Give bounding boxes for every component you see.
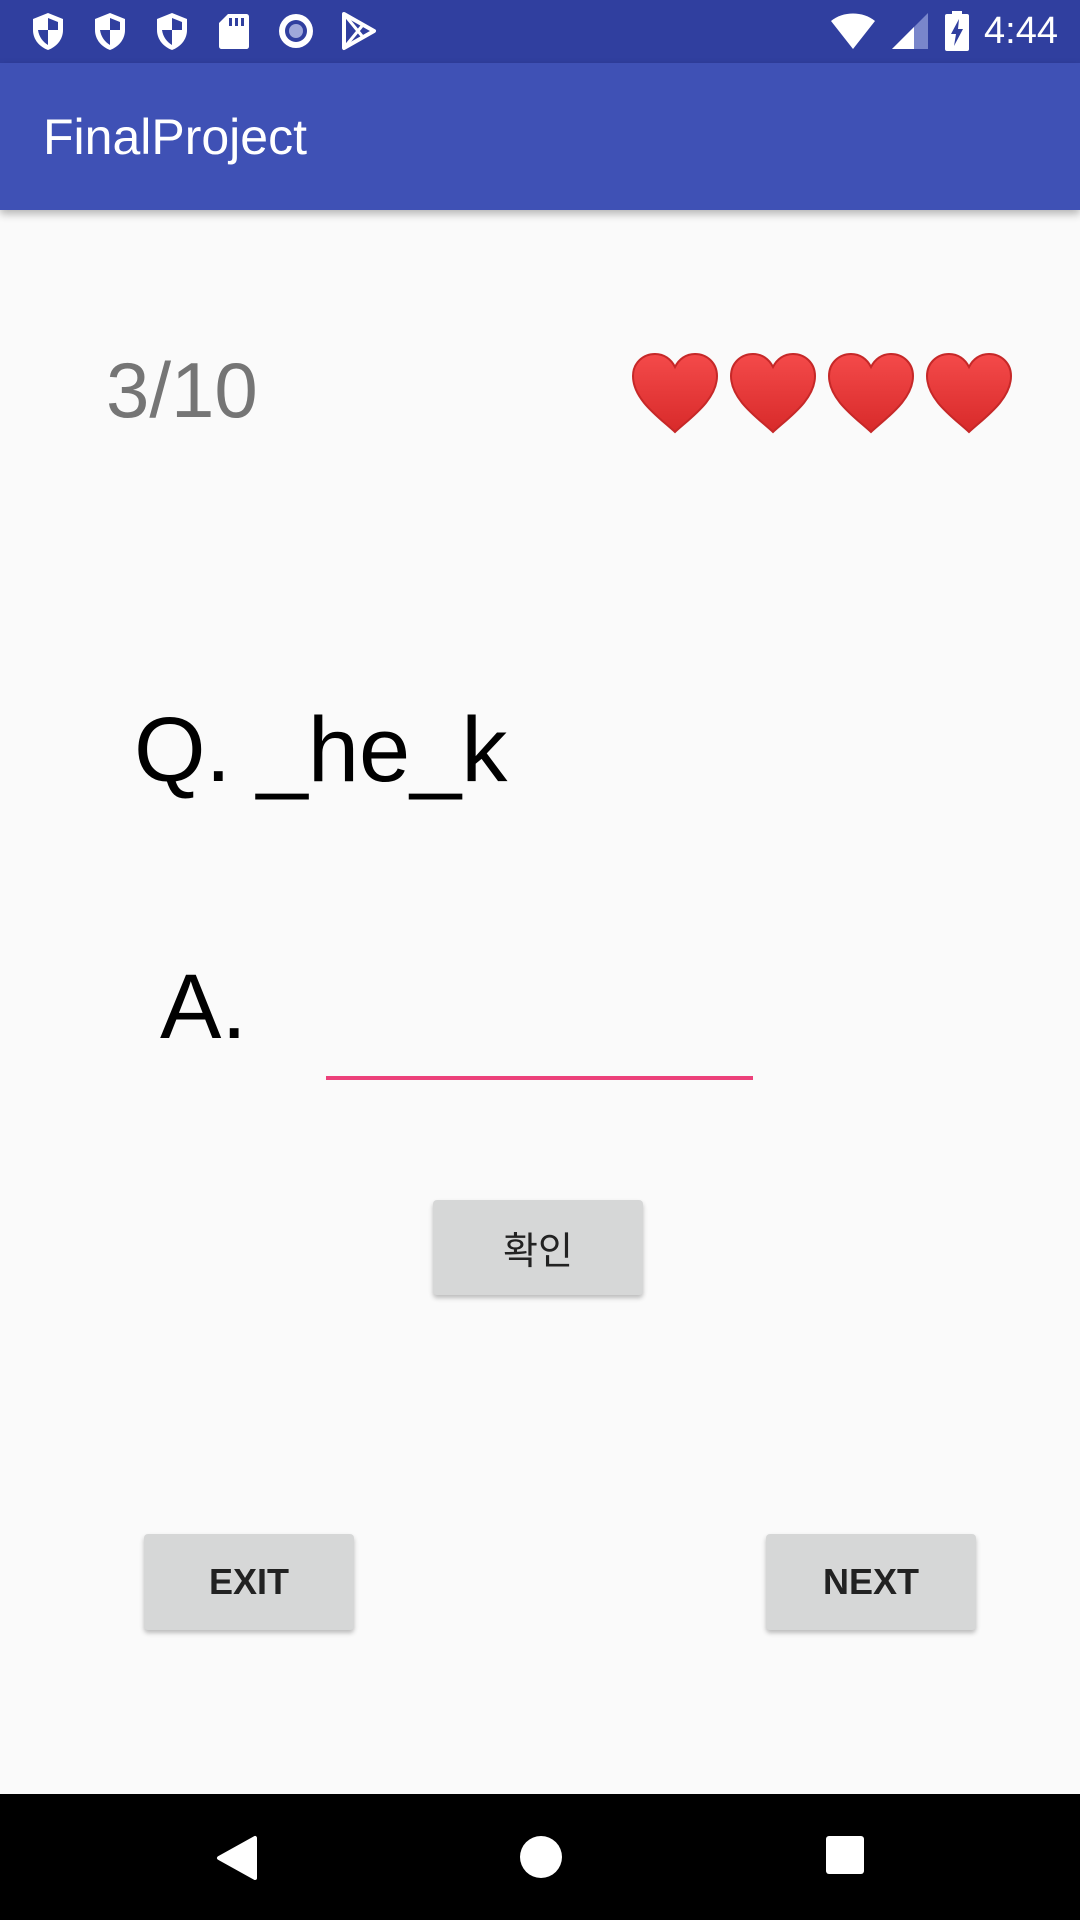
status-bar: 4:44 xyxy=(0,0,1080,63)
question-text: Q. _he_k xyxy=(134,699,508,801)
confirm-button[interactable]: 확인 xyxy=(433,1200,643,1295)
battery-charging-icon xyxy=(945,11,970,51)
recents-icon[interactable] xyxy=(824,1834,866,1876)
home-icon[interactable] xyxy=(518,1834,564,1880)
answer-label: A. xyxy=(160,956,247,1058)
lives-indicator xyxy=(630,352,1014,434)
play-store-icon xyxy=(342,12,376,50)
heart-icon xyxy=(827,352,915,434)
clock: 4:44 xyxy=(984,10,1058,52)
back-icon[interactable] xyxy=(215,1834,259,1882)
record-icon xyxy=(279,14,313,48)
system-icons: 4:44 xyxy=(830,8,1058,54)
shield-icon xyxy=(95,13,125,50)
next-button[interactable]: NEXT xyxy=(766,1534,976,1630)
heart-icon xyxy=(729,352,817,434)
shield-icon xyxy=(157,13,187,50)
answer-input[interactable] xyxy=(326,980,753,1080)
question-progress: 3/10 xyxy=(106,346,258,434)
heart-icon xyxy=(631,352,719,434)
sd-card-icon xyxy=(219,14,249,49)
exit-button[interactable]: EXIT xyxy=(144,1534,354,1630)
signal-icon xyxy=(892,13,929,49)
screen: 4:44 FinalProject 3/10 Q. _he_k A. 확인 EX… xyxy=(0,0,1080,1920)
shield-icon xyxy=(33,13,63,50)
app-bar: FinalProject xyxy=(0,63,1080,210)
navigation-bar xyxy=(0,1794,1080,1920)
app-title: FinalProject xyxy=(43,109,307,165)
heart-icon xyxy=(925,352,1013,434)
wifi-icon xyxy=(831,13,876,49)
notification-icons xyxy=(28,10,378,52)
